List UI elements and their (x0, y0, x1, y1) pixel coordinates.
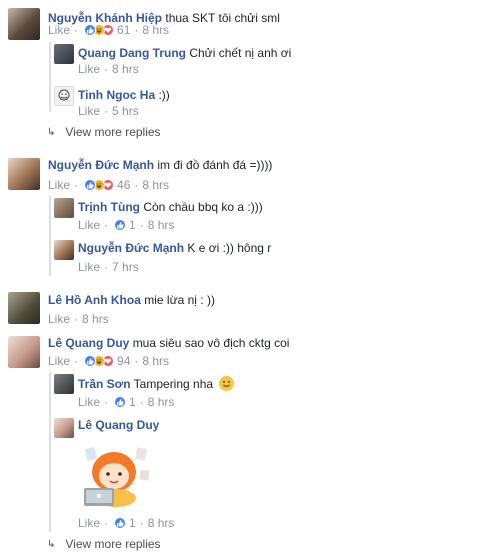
like-button[interactable]: Like (48, 178, 70, 192)
reaction-count: 1 (129, 516, 136, 530)
view-more-replies-link[interactable]: ↳ View more replies (47, 537, 161, 551)
comment-text: im đi đồ đánh đá =)))) (157, 158, 273, 172)
like-reaction-icon (84, 179, 97, 191)
view-more-replies-link[interactable]: ↳ View more replies (47, 125, 161, 139)
like-button[interactable]: Like (78, 516, 100, 530)
reply-author-link[interactable]: Trần Sơn (78, 377, 131, 391)
timestamp[interactable]: 8 hrs (142, 23, 169, 37)
reply-author-link[interactable]: Quang Dang Trung (78, 46, 186, 60)
timestamp[interactable]: 8 hrs (112, 62, 139, 76)
reactions-summary[interactable]: 1 (114, 395, 136, 409)
avatar[interactable] (8, 8, 40, 40)
timestamp[interactable]: 8 hrs (82, 312, 109, 326)
separator-dot: · (74, 312, 79, 326)
separator-dot: · (74, 178, 79, 192)
separator-dot: · (139, 218, 144, 232)
reply-text: K e ơi :)) hông r (187, 241, 272, 255)
cartoon-girl-laptop-sticker-icon (84, 447, 150, 507)
timestamp[interactable]: 5 hrs (112, 104, 139, 118)
reaction-count: 1 (129, 395, 136, 409)
like-button[interactable]: Like (78, 395, 100, 409)
separator-dot: · (104, 218, 109, 232)
like-button[interactable]: Like (78, 104, 100, 118)
reaction-count: 94 (117, 354, 131, 368)
reply-arrow-icon: ↳ (47, 538, 56, 550)
separator-dot: · (74, 23, 79, 37)
like-button[interactable]: Like (48, 23, 70, 37)
view-more-label: View more replies (65, 537, 161, 551)
replies-border (49, 42, 51, 112)
comment-text: thua SKT tôi chửi sml (165, 11, 280, 25)
avatar[interactable] (54, 86, 74, 106)
separator-dot: · (139, 516, 144, 530)
reply-text: Tampering nha (133, 377, 214, 391)
replies-border (49, 196, 51, 276)
timestamp[interactable]: 8 hrs (148, 516, 175, 530)
like-button[interactable]: Like (78, 218, 100, 232)
separator-dot: · (134, 178, 139, 192)
separator-dot: · (139, 395, 144, 409)
timestamp[interactable]: 8 hrs (142, 178, 169, 192)
reactions-summary[interactable]: 61 (84, 23, 130, 37)
separator-dot: · (104, 516, 109, 530)
separator-dot: · (134, 23, 139, 37)
reaction-count: 1 (129, 218, 136, 232)
separator-dot: · (104, 395, 109, 409)
comment-text: mua siêu sao vô địch cktg coi (132, 336, 290, 350)
like-button[interactable]: Like (48, 312, 70, 326)
avatar[interactable] (54, 198, 74, 218)
smile-emoji-icon (219, 376, 235, 391)
reply-text: :)) (158, 88, 170, 102)
comment-author-link[interactable]: Lê Hồ Anh Khoa (48, 293, 141, 307)
replies-border (49, 372, 51, 532)
like-button[interactable]: Like (78, 62, 100, 76)
comment-author-link[interactable]: Nguyễn Đức Mạnh (48, 158, 154, 172)
avatar[interactable] (54, 418, 74, 438)
reply-author-link[interactable]: Trịnh Tùng (78, 200, 140, 214)
sticker-image[interactable] (76, 442, 156, 512)
timestamp[interactable]: 8 hrs (142, 354, 169, 368)
avatar[interactable] (54, 44, 74, 64)
reply-author-link[interactable]: Nguyễn Đức Mạnh (78, 241, 184, 255)
reply-text: Chửi chết nị anh ơi (189, 46, 292, 60)
separator-dot: · (104, 260, 109, 274)
like-reaction-icon (84, 355, 97, 367)
timestamp[interactable]: 8 hrs (148, 395, 175, 409)
reactions-summary[interactable]: 94 (84, 354, 130, 368)
timestamp[interactable]: 7 hrs (112, 260, 139, 274)
like-reaction-icon (114, 517, 127, 529)
reply-text: Còn chầu bbq ko a :))) (143, 200, 263, 214)
avatar[interactable] (54, 240, 74, 260)
timestamp[interactable]: 8 hrs (148, 218, 175, 232)
reactions-summary[interactable]: 1 (114, 218, 136, 232)
avatar[interactable] (54, 374, 74, 394)
reply-author-link[interactable]: Tinh Ngoc Ha (78, 88, 155, 102)
reactions-summary[interactable]: 1 (114, 516, 136, 530)
like-button[interactable]: Like (78, 260, 100, 274)
separator-dot: · (104, 104, 109, 118)
like-reaction-icon (114, 396, 127, 408)
view-more-label: View more replies (65, 125, 161, 139)
like-reaction-icon (84, 24, 97, 36)
separator-dot: · (134, 354, 139, 368)
like-button[interactable]: Like (48, 354, 70, 368)
avatar[interactable] (8, 292, 40, 324)
separator-dot: · (104, 62, 109, 76)
separator-dot: · (74, 354, 79, 368)
reaction-count: 61 (117, 23, 131, 37)
cartoon-avatar-icon (58, 89, 70, 101)
comment-text: mie lừa nị : )) (144, 293, 215, 307)
comment-author-link[interactable]: Lê Quang Duy (48, 336, 129, 350)
like-reaction-icon (114, 219, 127, 231)
avatar[interactable] (8, 158, 40, 190)
reply-author-link[interactable]: Lê Quang Duy (78, 418, 159, 432)
avatar[interactable] (8, 336, 40, 368)
reactions-summary[interactable]: 46 (84, 178, 130, 192)
reaction-count: 46 (117, 178, 131, 192)
reply-arrow-icon: ↳ (47, 126, 56, 138)
